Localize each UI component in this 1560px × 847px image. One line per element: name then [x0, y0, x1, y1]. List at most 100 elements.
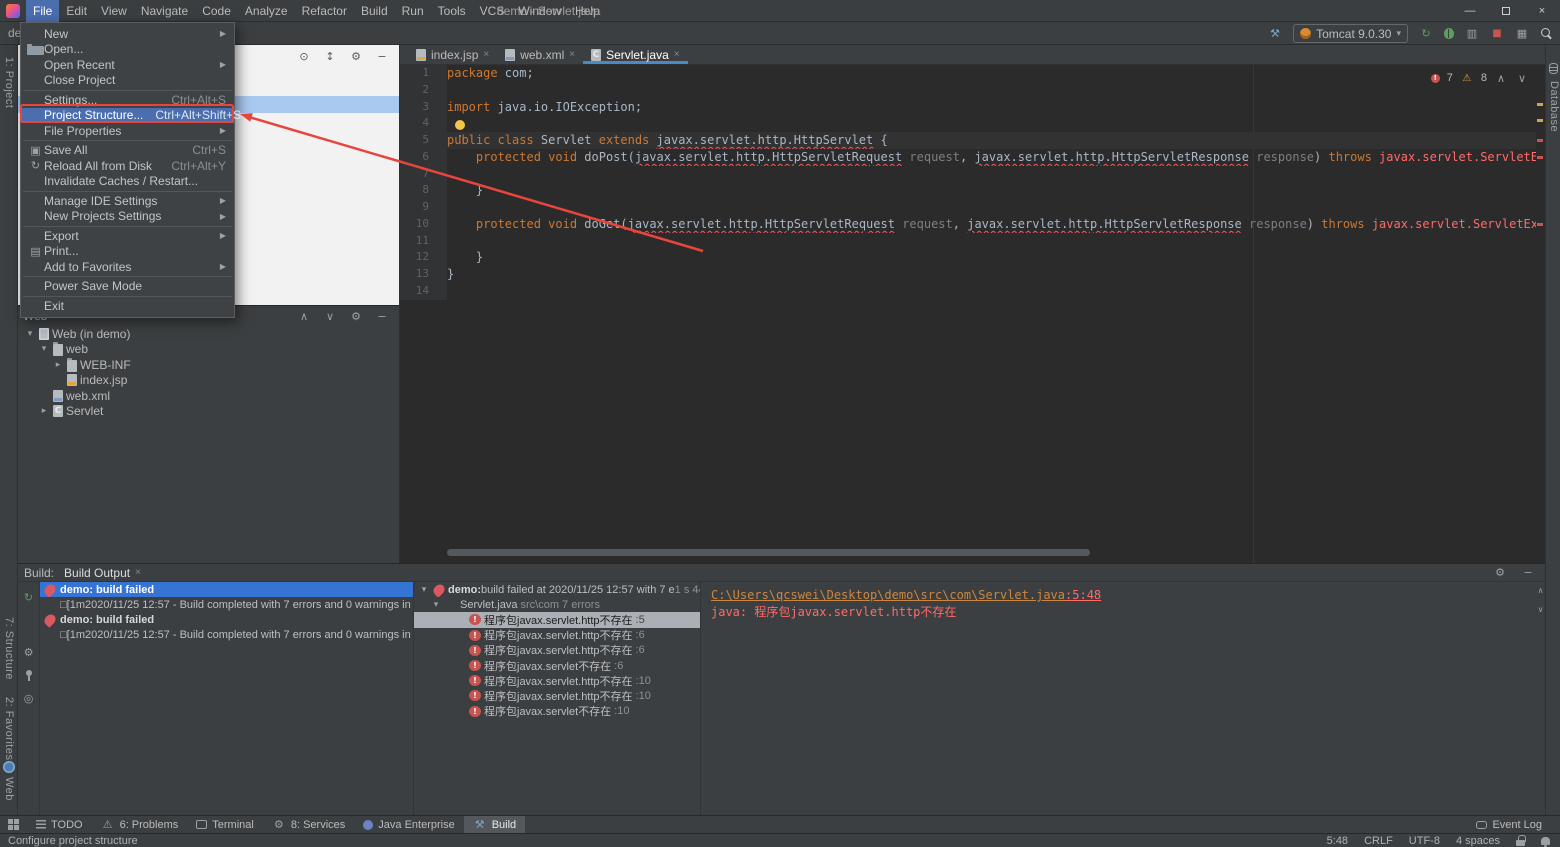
build-output-tab[interactable]: Build Output ×	[64, 566, 141, 580]
menu-item[interactable]: ↻ Reload All from Disk Ctrl+Alt+Y	[21, 158, 234, 174]
hide-icon[interactable]: −	[375, 309, 389, 323]
menubar-item[interactable]: Tools	[431, 0, 473, 22]
build-session-row[interactable]: □[1m2020/11/25 12:57 - Build completed w…	[40, 628, 413, 643]
file-link-location[interactable]: :5:48	[1065, 588, 1101, 602]
stripe-project-button[interactable]: 1: Project	[3, 57, 15, 108]
menu-item[interactable]: Exit	[21, 298, 234, 314]
collapse-all-icon[interactable]: ∧	[1536, 586, 1545, 595]
gear-icon[interactable]: ⚙	[1493, 566, 1507, 580]
menubar-item[interactable]: Build	[354, 0, 395, 22]
build-tree-row[interactable]: ! 程序包javax.servlet不存在 :10	[414, 704, 700, 719]
menu-item[interactable]: Settings... Ctrl+Alt+S	[21, 92, 234, 108]
locate-icon[interactable]: ⊙	[297, 49, 311, 63]
expand-all-icon[interactable]: ∨	[1536, 605, 1545, 614]
collapse-all-icon[interactable]: ∧	[297, 309, 311, 323]
code-line[interactable]: 2	[400, 82, 1536, 99]
tree-item[interactable]: index.jsp	[18, 373, 399, 389]
error-stripe[interactable]	[1536, 65, 1545, 563]
menu-item[interactable]: Export ▶	[21, 228, 234, 244]
close-icon[interactable]: ×	[483, 49, 489, 60]
horizontal-scrollbar[interactable]	[447, 549, 1090, 556]
expand-all-icon[interactable]: ∨	[323, 309, 337, 323]
build-tree-row[interactable]: ! 程序包javax.servlet.http不存在 :6	[414, 643, 700, 658]
menu-item[interactable]: Close Project	[21, 73, 234, 89]
stripe-structure-button[interactable]: 7: Structure	[3, 617, 15, 680]
close-icon[interactable]: ×	[135, 567, 141, 578]
build-tree-row[interactable]: ▾ Servlet.java src\com 7 errors	[414, 597, 700, 612]
menu-item[interactable]: Power Save Mode	[21, 279, 234, 295]
lock-icon[interactable]	[1516, 835, 1525, 846]
build-tree-row[interactable]: ! 程序包javax.servlet.http不存在 :6	[414, 628, 700, 643]
menu-item[interactable]: New ▶	[21, 26, 234, 42]
menu-item[interactable]: ▤ Print...	[21, 244, 234, 260]
menu-item[interactable]: Open Recent ▶	[21, 57, 234, 73]
menu-item[interactable]: Manage IDE Settings ▶	[21, 193, 234, 209]
code-line[interactable]: 3 import java.io.IOException;	[400, 99, 1536, 116]
menubar-item[interactable]: File	[26, 0, 59, 22]
menubar-item[interactable]: Analyze	[238, 0, 295, 22]
chevron-up-icon[interactable]: ∧	[1494, 71, 1508, 85]
search-icon[interactable]	[1540, 27, 1554, 41]
gear-icon[interactable]: ⚙	[349, 49, 363, 63]
build-output-console[interactable]: C:\Users\qcswei\Desktop\demo\src\com\Ser…	[700, 582, 1536, 815]
file-link-path[interactable]: C:\Users\qcswei\Desktop\demo\src\com\Ser…	[711, 588, 1065, 602]
gear-icon[interactable]: ⚙	[349, 309, 363, 323]
gear-icon[interactable]: ⚙	[22, 645, 36, 659]
tree-item[interactable]: ▸ WEB-INF	[18, 357, 399, 373]
build-tree-row[interactable]: ! 程序包javax.servlet.http不存在 :10	[414, 673, 700, 688]
error-stripe-mark[interactable]	[1537, 223, 1543, 226]
tree-item[interactable]: web.xml	[18, 388, 399, 404]
tree-item[interactable]: ▾ web	[18, 342, 399, 358]
menu-item[interactable]: Invalidate Caches / Restart...	[21, 174, 234, 190]
warning-stripe-mark[interactable]	[1537, 103, 1543, 106]
status-widget[interactable]: UTF-8	[1409, 835, 1440, 847]
build-tree-row[interactable]: ! 程序包javax.servlet.http不存在 :10	[414, 688, 700, 703]
editor-tab[interactable]: index.jsp ×	[408, 45, 497, 64]
menubar-item[interactable]: Edit	[59, 0, 94, 22]
maximize-button[interactable]	[1488, 0, 1524, 22]
tool-window-tab[interactable]: ⚒ Build	[464, 816, 525, 833]
coverage-icon[interactable]: ▥	[1465, 27, 1479, 41]
menu-item[interactable]: Open...	[21, 42, 234, 58]
code-line[interactable]: 1 package com;	[400, 65, 1536, 82]
error-stripe-mark[interactable]	[1537, 156, 1543, 159]
build-tree-row[interactable]: ▾ demo: build failed at 2020/11/25 12:57…	[414, 582, 700, 597]
stop-icon[interactable]: ■	[1490, 27, 1504, 41]
stripe-web-button[interactable]: Web	[3, 777, 15, 801]
code-line[interactable]: 8 }	[400, 182, 1536, 199]
build-tree-row[interactable]: ! 程序包javax.servlet不存在 :6	[414, 658, 700, 673]
status-widget[interactable]: 5:48	[1327, 835, 1348, 847]
file-link[interactable]: C:\Users\qcswei\Desktop\demo\src\com\Ser…	[711, 587, 1526, 604]
editor-tab[interactable]: web.xml ×	[497, 45, 583, 64]
rerun-icon[interactable]: ↻	[22, 590, 36, 604]
tool-window-tab[interactable]: ⚙ 8: Services	[263, 816, 354, 833]
tool-window-tab[interactable]: ⚠ 6: Problems	[92, 816, 188, 833]
rerun-icon[interactable]: ↻	[1419, 27, 1433, 41]
code-line[interactable]: 7	[400, 166, 1536, 183]
tree-item[interactable]: ▾ Web (in demo)	[18, 326, 399, 342]
bell-icon[interactable]	[1541, 837, 1550, 845]
menubar-item[interactable]: Refactor	[295, 0, 354, 22]
tree-item[interactable]: ▸ C Servlet	[18, 404, 399, 420]
code-line[interactable]: 4	[400, 115, 1536, 132]
database-icon[interactable]	[1549, 63, 1558, 74]
minimize-button[interactable]: —	[1452, 0, 1488, 22]
editor-tab[interactable]: C Servlet.java ×	[583, 45, 688, 64]
menu-item[interactable]: Add to Favorites ▶	[21, 259, 234, 275]
menu-item[interactable]: New Projects Settings ▶	[21, 209, 234, 225]
sort-icon[interactable]: ↕	[323, 49, 337, 63]
menu-item[interactable]: Project Structure... Ctrl+Alt+Shift+S	[21, 108, 234, 124]
build-session-row[interactable]: demo: build failed	[40, 612, 413, 627]
code-line[interactable]: 13 }	[400, 266, 1536, 283]
tool-window-tab[interactable]: Terminal	[187, 816, 263, 833]
event-log-button[interactable]: Event Log	[1476, 819, 1542, 831]
chevron-down-icon[interactable]: ∨	[1515, 71, 1529, 85]
run-configuration-select[interactable]: Tomcat 9.0.30 ▾	[1293, 24, 1408, 43]
error-stripe-mark[interactable]	[1537, 139, 1543, 142]
menubar-item[interactable]: Run	[395, 0, 431, 22]
code-line[interactable]: 5 public class Servlet extends javax.ser…	[400, 132, 1536, 149]
menubar-item[interactable]: Code	[195, 0, 238, 22]
stripe-favorites-button[interactable]: 2: Favorites	[3, 697, 15, 760]
hammer-icon[interactable]: ⚒	[1268, 27, 1282, 41]
layout-icon[interactable]: ▦	[1515, 27, 1529, 41]
